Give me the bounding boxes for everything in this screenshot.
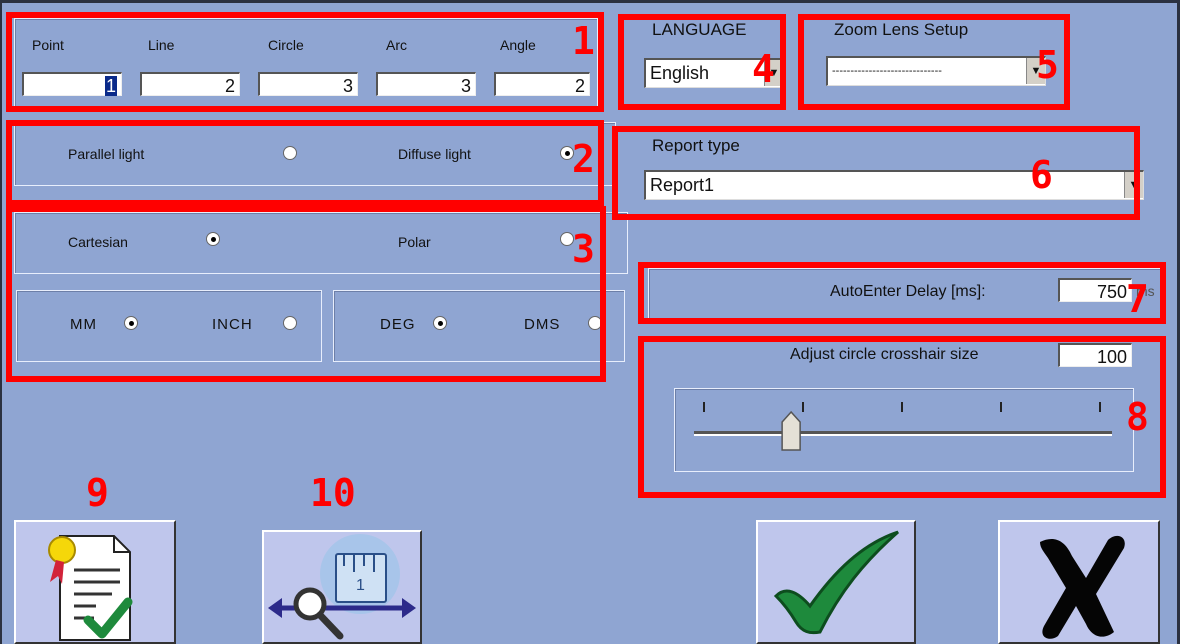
annotation-number-4: 4 (752, 47, 775, 91)
annotation-number-7: 7 (1126, 277, 1149, 321)
calibration-button[interactable]: 1 (262, 530, 422, 644)
window-top-border (0, 0, 1180, 3)
svg-text:1: 1 (356, 577, 365, 594)
annotation-box-2 (6, 120, 604, 206)
annotation-box-7 (638, 262, 1166, 324)
annotation-number-3: 3 (572, 227, 595, 271)
annotation-number-1: 1 (572, 19, 595, 63)
annotation-box-8 (638, 336, 1166, 498)
annotation-number-2: 2 (572, 137, 595, 181)
checkmark-icon (773, 530, 899, 635)
annotation-number-8: 8 (1126, 395, 1149, 439)
annotation-box-1 (6, 12, 604, 112)
window-left-border (0, 0, 2, 644)
ok-button[interactable] (756, 520, 916, 644)
annotation-number-10: 10 (310, 471, 356, 515)
annotation-box-3 (6, 206, 606, 382)
cancel-button[interactable] (998, 520, 1160, 644)
annotation-box-5 (798, 14, 1070, 110)
annotation-number-6: 6 (1030, 153, 1053, 197)
magnifier-ruler-icon: 1 (268, 534, 416, 640)
annotation-box-6 (612, 126, 1140, 220)
annotation-number-5: 5 (1036, 43, 1059, 87)
certificate-document-icon (48, 535, 133, 641)
annotation-number-9: 9 (86, 471, 109, 515)
report-button[interactable] (14, 520, 176, 644)
x-cross-icon (1040, 535, 1125, 639)
